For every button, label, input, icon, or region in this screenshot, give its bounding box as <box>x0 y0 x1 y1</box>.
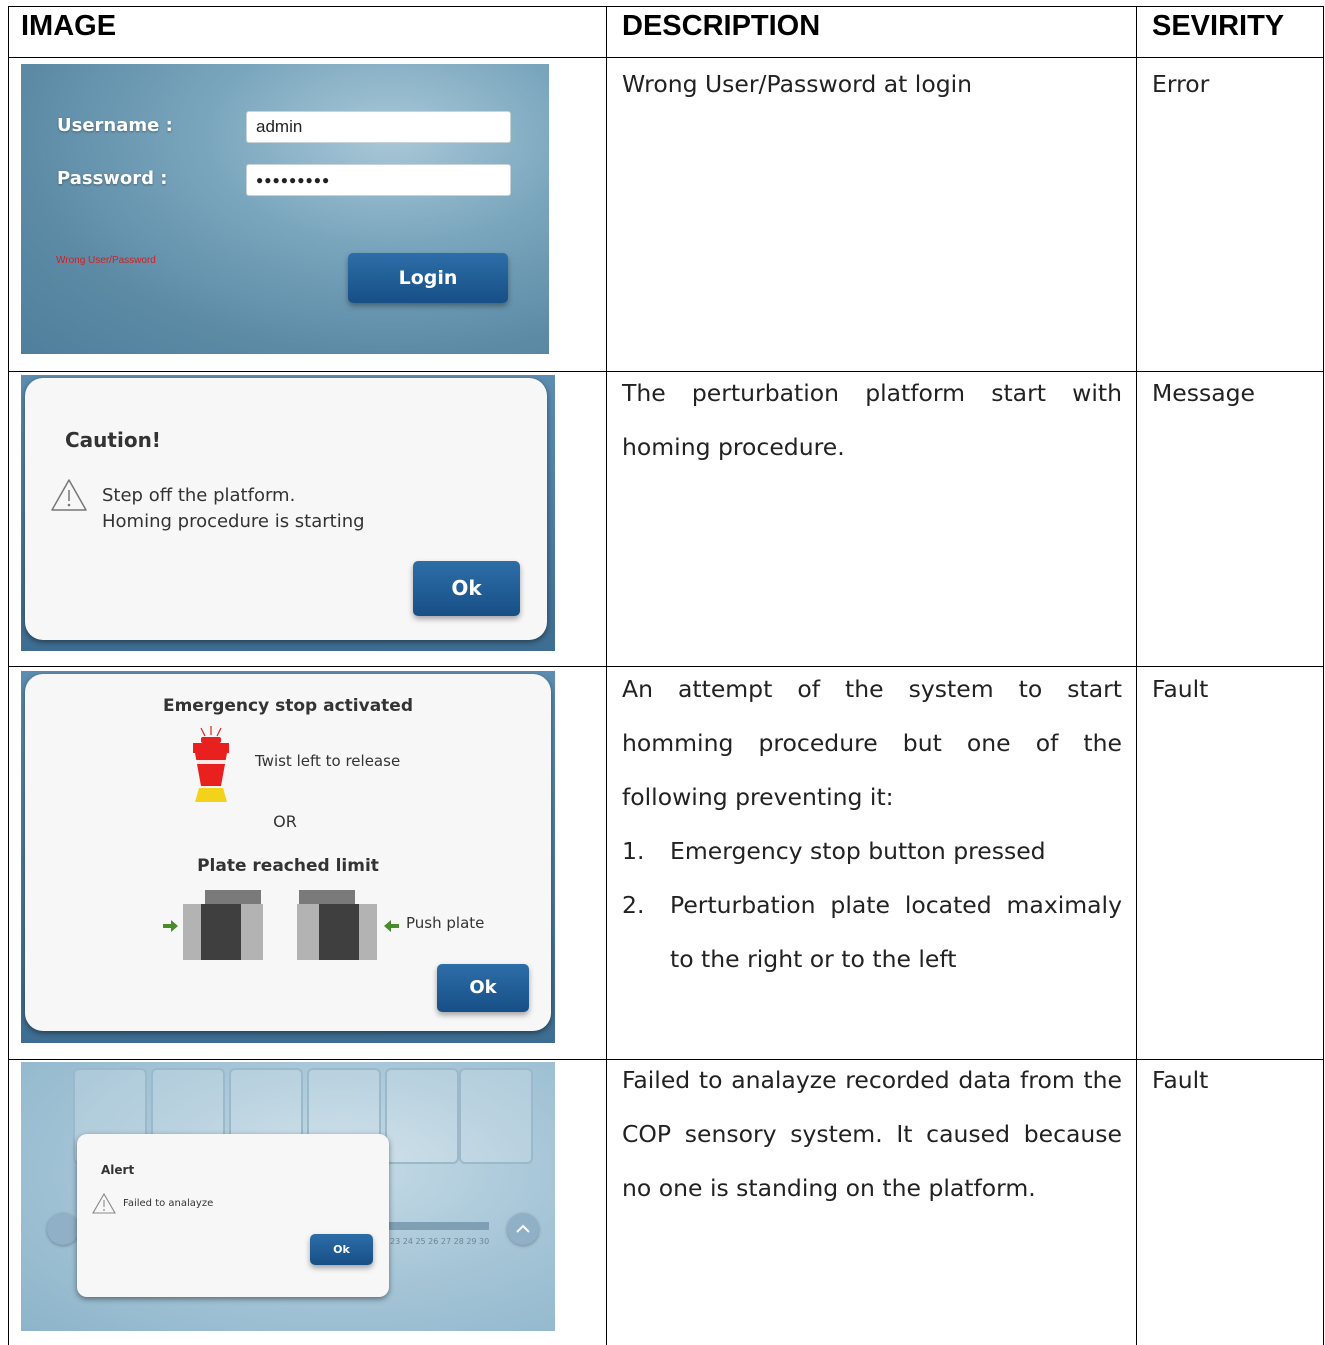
table-border-right <box>1323 6 1324 1345</box>
caution-ok-button[interactable]: Ok <box>413 561 520 616</box>
scroll-up-button[interactable] <box>507 1213 539 1245</box>
posture-thumbnail <box>385 1068 459 1164</box>
caution-screenshot: Caution! Step off the platform. Homing p… <box>21 375 555 651</box>
password-field[interactable]: ●●●●●●●●● <box>246 164 511 196</box>
row3-description-intro: An attempt of the system to start hommin… <box>622 675 1122 811</box>
twist-text: Twist left to release <box>255 752 401 770</box>
warning-icon <box>51 479 87 511</box>
table-border-left <box>8 6 9 1345</box>
warning-icon <box>92 1193 116 1214</box>
arrow-right-icon <box>163 920 178 932</box>
timeline-bar <box>389 1222 489 1230</box>
caution-line1: Step off the platform. <box>102 485 296 506</box>
header-description: DESCRIPTION <box>622 10 821 42</box>
header-severity: SEVIRITY <box>1152 10 1285 42</box>
row1-severity: Error <box>1152 70 1210 98</box>
alert-title: Alert <box>101 1163 135 1177</box>
alert-dialog: Alert Failed to analayze Ok <box>77 1134 389 1297</box>
alert-ok-button[interactable]: Ok <box>310 1234 373 1265</box>
username-field[interactable]: admin <box>246 111 511 143</box>
row4-description: Failed to analayze recorded data from th… <box>622 1066 1122 1202</box>
emergency-screenshot: Emergency stop activated Twist left to r… <box>21 671 555 1043</box>
or-text: OR <box>273 812 297 831</box>
password-label: Password : <box>57 168 168 189</box>
caution-dialog: Caution! Step off the platform. Homing p… <box>25 378 547 640</box>
caution-title: Caution! <box>65 428 161 452</box>
emergency-dialog: Emergency stop activated Twist left to r… <box>25 674 551 1031</box>
row1-description: Wrong User/Password at login <box>622 70 973 98</box>
login-screenshot: Username : admin Password : ●●●●●●●●● Wr… <box>21 64 549 354</box>
login-error-text: Wrong User/Password <box>56 255 156 266</box>
chevron-up-icon <box>516 1224 530 1233</box>
username-label: Username : <box>57 115 173 136</box>
column-divider <box>606 6 607 1345</box>
emergency-ok-button[interactable]: Ok <box>437 964 529 1012</box>
arrow-left-icon <box>384 920 399 932</box>
row2-severity: Message <box>1152 379 1255 407</box>
list-item: 2. Perturbation plate located maximaly to… <box>622 891 1122 973</box>
alert-message: Failed to analayze <box>123 1198 214 1209</box>
plate-limit-title: Plate reached limit <box>197 856 379 876</box>
column-divider <box>1136 6 1137 1345</box>
push-plate-text: Push plate <box>406 914 485 932</box>
row2-description: The perturbation platform start with hom… <box>622 379 1122 461</box>
row4-severity: Fault <box>1152 1066 1209 1094</box>
emergency-stop-icon <box>193 726 229 802</box>
alert-screenshot: 23 24 25 26 27 28 29 30 Alert Failed to … <box>21 1062 555 1331</box>
caution-line2: Homing procedure is starting <box>102 511 365 532</box>
timeline-scale: 23 24 25 26 27 28 29 30 <box>390 1237 490 1246</box>
scroll-left-button[interactable] <box>47 1213 79 1245</box>
header-image: IMAGE <box>21 10 117 42</box>
table-border-top <box>8 6 1324 7</box>
list-item: 1. Emergency stop button pressed <box>622 837 1046 865</box>
posture-thumbnail <box>459 1068 533 1164</box>
emergency-title: Emergency stop activated <box>162 696 413 716</box>
row3-description-list: 1. Emergency stop button pressed 2. Pertur… <box>622 824 1122 986</box>
login-button[interactable]: Login <box>348 253 508 303</box>
row3-severity: Fault <box>1152 675 1209 703</box>
